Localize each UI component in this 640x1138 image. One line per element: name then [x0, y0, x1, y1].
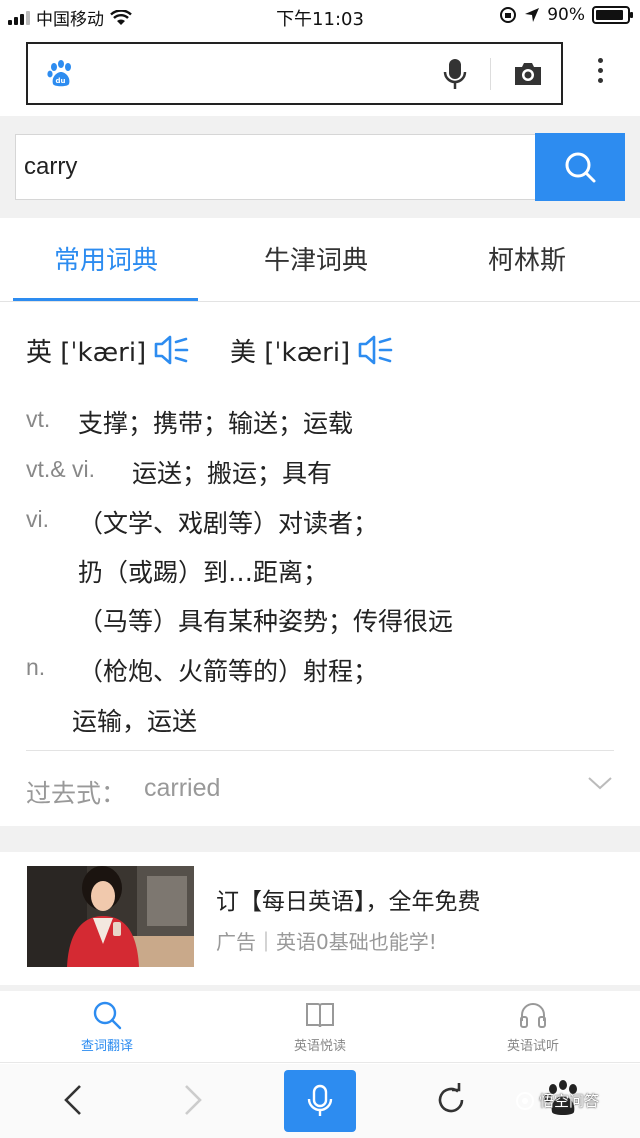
ad-image[interactable]: [27, 866, 194, 967]
speaker-us-icon[interactable]: [356, 332, 394, 368]
definition-text: （马等）具有某种姿势；传得很远: [78, 607, 454, 636]
orientation-lock-icon: [500, 7, 517, 23]
search-input[interactable]: carry: [15, 134, 536, 200]
status-right: 90%: [499, 5, 633, 25]
active-tab-indicator: [13, 298, 198, 301]
more-menu-icon[interactable]: [590, 58, 610, 88]
battery-percent: 90%: [547, 5, 585, 25]
baidu-paw-icon: du: [47, 60, 71, 87]
phonetic-us: 美 [ˈkæri]: [230, 338, 351, 368]
nav-label: 英语试听: [506, 1039, 559, 1054]
search-icon: [565, 152, 596, 183]
pos-label: vt.& vi.: [26, 456, 96, 482]
tab-common-dictionary[interactable]: 常用词典: [54, 240, 158, 277]
voice-input-icon[interactable]: [440, 57, 470, 91]
browser-address-bar[interactable]: du: [26, 42, 563, 105]
search-button[interactable]: [535, 133, 625, 201]
forward-arrow-icon[interactable]: [172, 1080, 212, 1120]
pos-label: vt.: [26, 406, 51, 432]
watermark-logo-icon: [516, 1091, 534, 1110]
definition-text: 支撑；携带；输送；运载: [78, 409, 354, 438]
definition-text: 运送；搬运；具有: [132, 459, 333, 488]
definition-text: （枪炮、火箭等的）射程；: [78, 657, 379, 686]
voice-search-button[interactable]: [284, 1070, 356, 1132]
location-icon: [525, 8, 540, 22]
section-separator: [0, 826, 640, 852]
back-arrow-icon[interactable]: [54, 1080, 94, 1120]
microphone-icon: [307, 1084, 333, 1116]
pos-label: vi.: [26, 506, 49, 532]
speaker-uk-icon[interactable]: [152, 332, 190, 368]
book-icon: [306, 1003, 334, 1028]
tab-oxford-dictionary[interactable]: 牛津词典: [264, 240, 368, 277]
nav-label: 英语悦读: [293, 1039, 346, 1054]
watermark-text: 悟空问答: [539, 1092, 600, 1110]
bottom-nav: 查词翻译 英语悦读 英语试听: [0, 991, 640, 1063]
pos-label: n.: [26, 654, 46, 680]
definition-text: 运输，运送: [72, 707, 198, 736]
definition-text: 扔（或踢）到…距离；: [78, 558, 329, 587]
ad-subtitle: 广告｜英语0基础也能学!: [216, 930, 437, 954]
definition-text: （文学、戏剧等）对读者；: [78, 509, 379, 538]
past-tense-label: 过去式：: [26, 779, 127, 808]
chevron-down-icon[interactable]: [587, 770, 613, 796]
search-area: carry: [0, 116, 640, 218]
past-tense-value: carried: [144, 774, 221, 802]
nav-english-listening[interactable]: 英语试听: [473, 991, 593, 1063]
nav-english-reading[interactable]: 英语悦读: [260, 991, 380, 1063]
headphones-icon: [520, 1003, 546, 1028]
nav-lookup-translate[interactable]: 查词翻译: [47, 991, 167, 1063]
camera-icon[interactable]: [512, 59, 544, 89]
search-icon: [93, 1001, 122, 1030]
watermark: 悟空问答: [515, 1090, 599, 1111]
divider: [490, 58, 491, 90]
battery-icon: [592, 6, 633, 24]
refresh-icon[interactable]: [431, 1080, 471, 1120]
svg-text:du: du: [56, 77, 66, 85]
dictionary-tabs: 常用词典 牛津词典 柯林斯: [0, 218, 640, 302]
nav-label: 查词翻译: [80, 1039, 133, 1054]
ad-title[interactable]: 订【每日英语】，全年免费: [216, 882, 481, 916]
divider: [26, 750, 614, 751]
tab-collins-dictionary[interactable]: 柯林斯: [488, 240, 566, 277]
status-bar: 中国移动 下午11:03 90%: [0, 0, 640, 32]
phonetic-uk: 英 [ˈkæri]: [26, 338, 147, 368]
